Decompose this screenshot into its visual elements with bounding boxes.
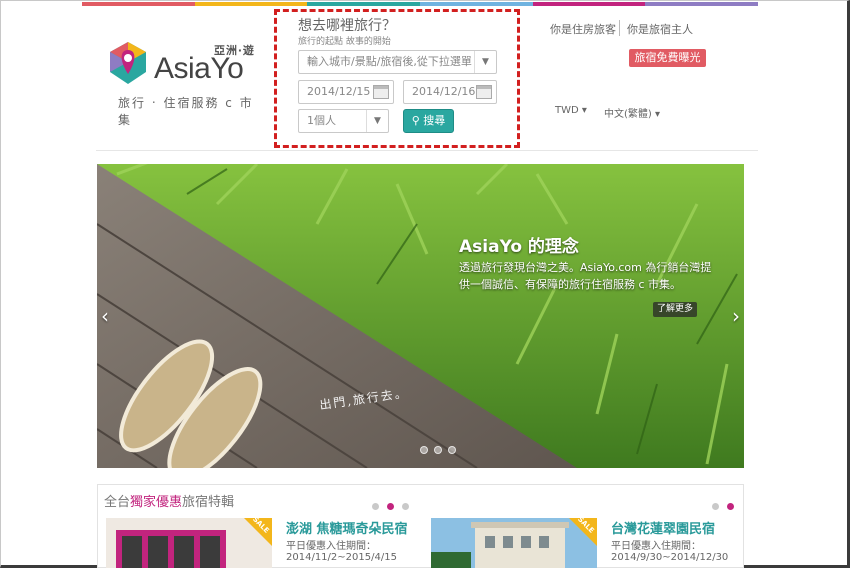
deals-panel: 全台獨家優惠旅宿特輯 SALE 澎湖 焦糖瑪奇朵民宿 平日優惠入住期間： 201… <box>97 484 744 568</box>
pager-dot[interactable] <box>402 503 409 510</box>
destination-input[interactable]: 輸入城市/景點/旅宿後,從下拉選單 ▼ <box>298 50 497 74</box>
deal-name[interactable]: 澎湖 焦糖瑪奇朵民宿 <box>286 518 408 537</box>
carousel-dot[interactable] <box>434 446 442 454</box>
guest-count-select[interactable]: 1個人 ▼ <box>298 109 389 133</box>
deals-title-prefix: 全台 <box>104 495 131 510</box>
free-listing-button[interactable]: 旅宿免費曝光 <box>629 49 706 67</box>
header-divider-line <box>96 150 758 151</box>
caret-down-icon: ▾ <box>655 109 661 120</box>
guest-link[interactable]: 你是住房旅客 <box>550 21 616 37</box>
guest-count-value: 1個人 <box>307 114 336 127</box>
search-title: 想去哪裡旅行？ <box>298 18 396 34</box>
pager-dot[interactable] <box>712 503 719 510</box>
hero-text: 透過旅行發現台灣之美。AsiaYo.com 為行銷台灣提供一個誠信、有保障的旅行… <box>459 261 712 291</box>
search-subtitle: 旅行的起點 故事的開始 <box>298 37 391 47</box>
host-link[interactable]: 你是旅宿主人 <box>627 21 693 37</box>
deal-name[interactable]: 台灣花蓮翠園民宿 <box>611 518 715 537</box>
deals-title-highlight: 獨家優惠 <box>130 495 183 510</box>
destination-placeholder: 輸入城市/景點/旅宿後,從下拉選單 <box>307 55 472 68</box>
deal-period-label: 平日優惠入住期間： <box>286 541 376 552</box>
logo-tagline: 旅行 ‧ 住宿服務 c 市集 <box>118 96 254 127</box>
checkin-date-value: 2014/12/15 <box>307 85 371 98</box>
language-value: 中文(繁體) <box>604 109 652 120</box>
carousel-dot[interactable] <box>448 446 456 454</box>
deals-pager-dots[interactable] <box>712 503 734 510</box>
site-logo[interactable]: 亞洲‧遊 AsiaYo 旅行 ‧ 住宿服務 c 市集 <box>106 40 266 127</box>
calendar-icon[interactable] <box>476 85 492 99</box>
logo-icon <box>110 42 146 84</box>
deals-title-suffix: 旅宿特輯 <box>182 495 235 510</box>
logo-wordmark: AsiaYo <box>154 52 244 85</box>
checkout-date-field[interactable]: 2014/12/16 <box>403 80 497 104</box>
deal-image[interactable]: SALE <box>431 518 597 568</box>
deal-period-dates: 2014/9/30~2014/12/30 <box>611 552 729 563</box>
language-dropdown[interactable]: 中文(繁體) ▾ <box>604 105 660 120</box>
chevron-down-icon[interactable]: ▼ <box>474 51 496 73</box>
carousel-prev-arrow[interactable]: ‹ <box>101 304 109 328</box>
caret-down-icon: ▾ <box>581 105 587 116</box>
currency-value: TWD <box>555 105 579 116</box>
carousel-next-arrow[interactable]: › <box>732 304 740 328</box>
checkin-date-field[interactable]: 2014/12/15 <box>298 80 394 104</box>
pager-dot[interactable] <box>372 503 379 510</box>
deals-title: 全台獨家優惠旅宿特輯 <box>104 491 234 510</box>
header-divider <box>619 20 620 36</box>
deal-period-dates: 2014/11/2~2015/4/15 <box>286 552 397 563</box>
search-icon: ⚲ <box>411 114 420 127</box>
carousel-dots[interactable] <box>420 446 456 454</box>
pager-dot-active[interactable] <box>387 503 394 510</box>
search-button-label: 搜尋 <box>423 114 446 127</box>
hero-image <box>97 164 744 468</box>
hero-title: AsiaYo 的理念 <box>459 237 579 257</box>
deal-period-label: 平日優惠入住期間： <box>611 541 701 552</box>
deal-image[interactable]: SALE <box>106 518 272 568</box>
deals-pager-dots[interactable] <box>372 503 409 510</box>
top-color-bar <box>82 2 759 6</box>
learn-more-button[interactable]: 了解更多 <box>653 302 697 317</box>
carousel-dot[interactable] <box>420 446 428 454</box>
hero-carousel[interactable]: ‹ › AsiaYo 的理念 透過旅行發現台灣之美。AsiaYo.com 為行銷… <box>97 164 744 468</box>
checkout-date-value: 2014/12/16 <box>412 85 476 98</box>
chevron-down-icon[interactable]: ▼ <box>366 110 388 132</box>
calendar-icon[interactable] <box>373 85 389 99</box>
currency-dropdown[interactable]: TWD ▾ <box>555 105 587 116</box>
search-button[interactable]: ⚲ 搜尋 <box>403 109 454 133</box>
pager-dot-active[interactable] <box>727 503 734 510</box>
